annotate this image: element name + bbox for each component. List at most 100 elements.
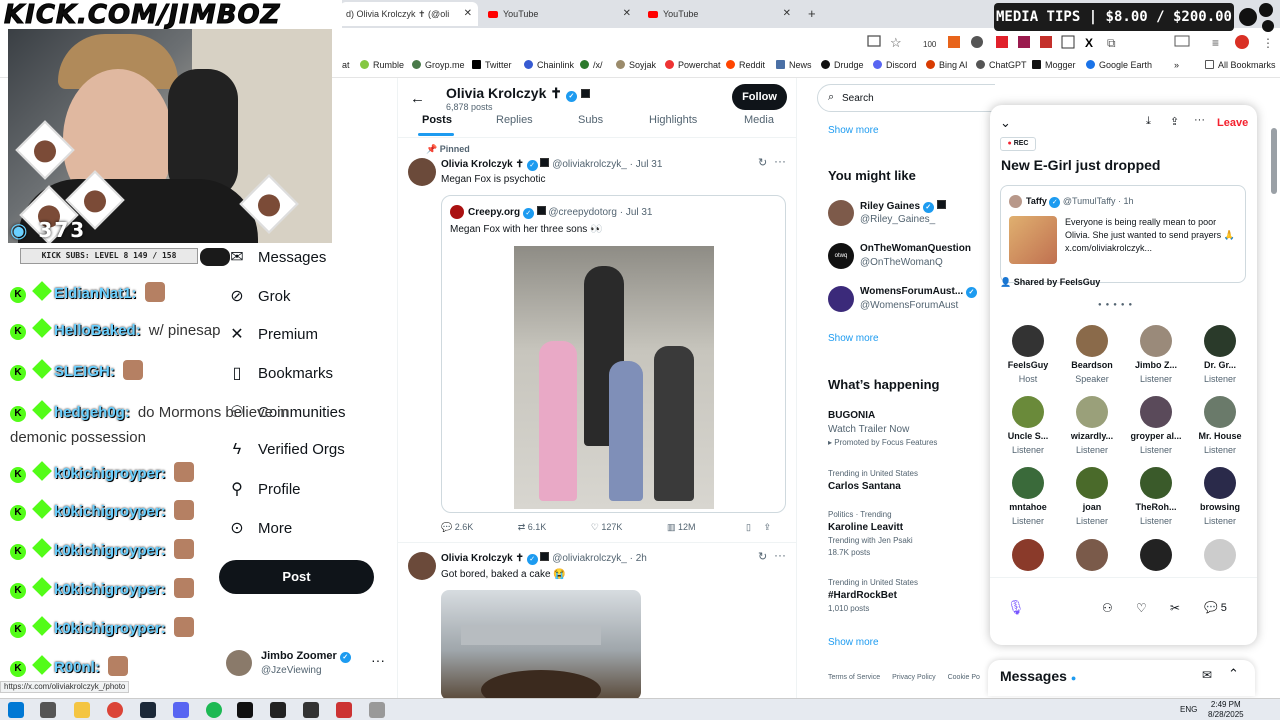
new-tab-button[interactable]: + xyxy=(802,2,822,26)
participant-avatar[interactable] xyxy=(1204,467,1236,499)
nav-messages[interactable]: ✉ Messages xyxy=(228,247,326,267)
shared-post-card[interactable]: Taffy ✓ @TumulTaffy · 1h Everyone is bei… xyxy=(1000,185,1246,283)
bookmark-google-earth[interactable]: Google Earth xyxy=(1086,60,1152,70)
compose-message-icon[interactable]: ✉ xyxy=(1202,668,1212,682)
steam-icon[interactable] xyxy=(140,702,156,718)
app-icon[interactable] xyxy=(270,702,286,718)
task-view-icon[interactable] xyxy=(40,702,56,718)
participant-avatar[interactable] xyxy=(1140,396,1172,428)
participant-avatar[interactable] xyxy=(1076,325,1108,357)
app-icon[interactable] xyxy=(369,702,385,718)
discord-icon[interactable] xyxy=(173,702,189,718)
show-more-link[interactable]: Show more xyxy=(828,333,879,344)
trend-hardrockbet[interactable]: Trending in United States #HardRockBet 1… xyxy=(828,578,995,613)
grok-post-icon[interactable]: ↻ xyxy=(758,156,767,169)
expand-up-icon[interactable]: ⌃ xyxy=(1228,666,1239,682)
show-more-link[interactable]: Show more xyxy=(828,125,879,136)
bookmark-reddit[interactable]: Reddit xyxy=(726,60,765,70)
participant-avatar[interactable] xyxy=(1204,539,1236,571)
minimize-icon[interactable]: ⤓ xyxy=(1146,115,1151,128)
bookmark-drudge[interactable]: Drudge xyxy=(821,60,864,70)
app-icon[interactable] xyxy=(303,702,319,718)
participant-avatar[interactable] xyxy=(1204,396,1236,428)
footer-terms[interactable]: Terms of Service xyxy=(828,674,880,681)
suggestion-onthewomanquestion[interactable]: otwq OnTheWomanQuestion @OnTheWomanQ xyxy=(828,243,995,273)
messages-drawer[interactable]: Messages ● ✉ ⌃ xyxy=(988,660,1255,696)
heart-reaction-icon[interactable]: ♡ xyxy=(1136,601,1147,615)
trend-carlos-santana[interactable]: Trending in United States Carlos Santana xyxy=(828,469,995,492)
clock[interactable]: 2:49 PM 8/28/2025 xyxy=(1208,700,1244,720)
reply-button[interactable]: 💬 2.6K xyxy=(441,522,473,532)
nav-premium[interactable]: ✕ Premium xyxy=(228,324,318,344)
file-explorer-icon[interactable] xyxy=(74,702,90,718)
close-tab-icon[interactable]: ✕ xyxy=(783,2,791,26)
close-tab-icon[interactable]: ✕ xyxy=(464,2,472,26)
bookmark-news[interactable]: News xyxy=(776,60,812,70)
post-photo[interactable] xyxy=(514,246,714,509)
footer-cookie[interactable]: Cookie Po xyxy=(948,674,980,681)
tab-media[interactable]: Media xyxy=(744,114,774,126)
participant-avatar[interactable] xyxy=(1140,467,1172,499)
like-button[interactable]: ♡ 127K xyxy=(591,522,623,532)
microphone-icon[interactable]: 🎙 xyxy=(1007,599,1025,616)
avatar[interactable] xyxy=(408,552,436,580)
windows-start-icon[interactable] xyxy=(8,702,24,718)
grok-post-icon[interactable]: ↻ xyxy=(758,550,767,563)
back-arrow-icon[interactable]: ← xyxy=(410,90,425,107)
bookmark-bing[interactable]: Bing AI xyxy=(926,60,968,70)
suggestion-riley-gaines[interactable]: Riley Gaines ✓ @Riley_Gaines_ xyxy=(828,200,995,230)
app-icon[interactable] xyxy=(336,702,352,718)
app-icon[interactable] xyxy=(237,702,253,718)
nav-profile[interactable]: ⚲ Profile xyxy=(228,479,300,499)
bookmark-icon[interactable]: ▯ xyxy=(746,522,751,532)
close-tab-icon[interactable]: ✕ xyxy=(623,2,631,26)
all-bookmarks[interactable]: All Bookmarks xyxy=(1205,60,1276,70)
bookmark-powerchat[interactable]: Powerchat xyxy=(665,60,721,70)
nav-more[interactable]: ⊙ More xyxy=(228,518,292,538)
tab-subs[interactable]: Subs xyxy=(578,114,603,126)
bookmark-rumble[interactable]: Rumble xyxy=(360,60,404,70)
participant-avatar[interactable] xyxy=(1012,467,1044,499)
search-input[interactable]: ⌕ Search xyxy=(817,84,995,112)
people-icon[interactable]: ⚇ xyxy=(1102,601,1113,615)
participant-avatar[interactable] xyxy=(1012,539,1044,571)
more-dots-icon[interactable]: ··· xyxy=(774,548,786,562)
more-dots-icon[interactable]: ··· xyxy=(774,154,786,168)
bookmark-chatgpt[interactable]: ChatGPT xyxy=(976,60,1027,70)
avatar[interactable] xyxy=(408,158,436,186)
bookmark-chainlink[interactable]: Chainlink xyxy=(524,60,574,70)
chevron-down-icon[interactable]: ⌄ xyxy=(1000,115,1011,131)
language-indicator[interactable]: ENG xyxy=(1180,705,1197,714)
participant-avatar[interactable] xyxy=(1204,325,1236,357)
tab-replies[interactable]: Replies xyxy=(496,114,533,126)
participant-avatar[interactable] xyxy=(1076,467,1108,499)
bookmark-discord[interactable]: Discord xyxy=(873,60,917,70)
chrome-icon[interactable] xyxy=(107,702,123,718)
participant-avatar[interactable] xyxy=(1012,325,1044,357)
post-button[interactable]: Post xyxy=(219,560,374,594)
trend-karoline-leavitt[interactable]: Politics · Trending Karoline Leavitt Tre… xyxy=(828,510,995,557)
participant-avatar[interactable] xyxy=(1140,539,1172,571)
bookmark-groyp[interactable]: Groyp.me xyxy=(412,60,465,70)
comments-button[interactable]: 💬 5 xyxy=(1204,601,1227,614)
participant-avatar[interactable] xyxy=(1076,539,1108,571)
more-dots-icon[interactable]: ··· xyxy=(1194,114,1205,126)
leave-button[interactable]: Leave xyxy=(1217,117,1248,129)
more-dots-icon[interactable]: ··· xyxy=(371,652,385,668)
bookmarks-overflow-icon[interactable]: » xyxy=(1174,60,1179,70)
tab-youtube-1[interactable]: YouTube ✕ xyxy=(482,2,637,26)
quoted-post[interactable]: Creepy.org ✓ @creepydotorg · Jul 31 Mega… xyxy=(441,195,786,513)
nav-bookmarks[interactable]: ▯ Bookmarks xyxy=(228,363,333,383)
follow-button[interactable]: Follow xyxy=(732,84,787,110)
participant-avatar[interactable] xyxy=(1140,325,1172,357)
tab-highlights[interactable]: Highlights xyxy=(649,114,697,126)
views-button[interactable]: ▥ 12M xyxy=(667,522,696,532)
bookmark-soyjak[interactable]: Soyjak xyxy=(616,60,656,70)
bookmark-at[interactable]: at xyxy=(342,60,350,70)
clip-icon[interactable]: ✂ xyxy=(1170,601,1180,615)
bookmark-x[interactable]: /x/ xyxy=(580,60,603,70)
tab-posts[interactable]: Posts xyxy=(422,114,452,126)
post-photo[interactable] xyxy=(441,590,641,698)
scrollbar[interactable] xyxy=(1271,128,1277,194)
tab-x-profile[interactable]: d) Olivia Krolczyk ✝ (@oli ✕ xyxy=(340,2,478,26)
